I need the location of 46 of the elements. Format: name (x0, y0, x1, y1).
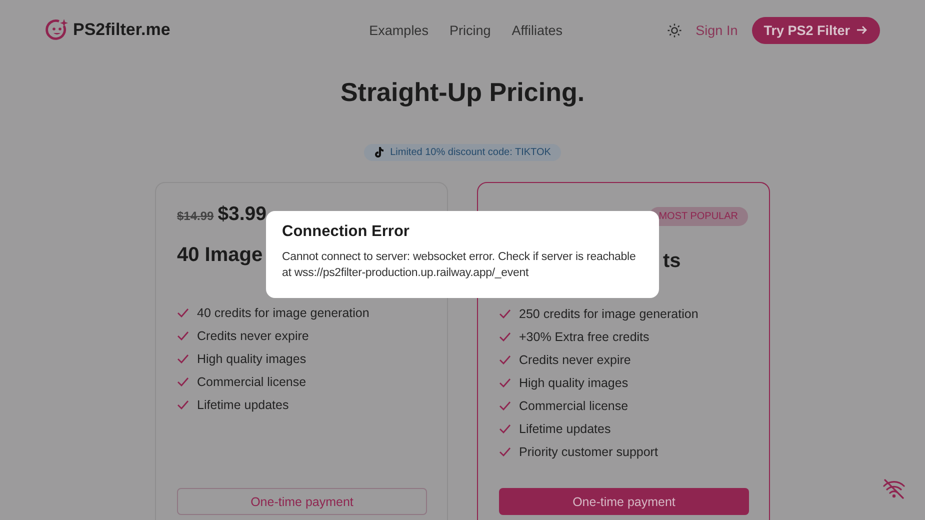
check-icon (177, 354, 189, 364)
check-icon (499, 354, 511, 364)
feature-text: Credits never expire (197, 328, 309, 342)
nav-link[interactable]: Pricing (449, 22, 491, 38)
feature-text: Commercial license (519, 398, 628, 412)
feature-text: High quality images (197, 352, 306, 366)
check-icon (177, 400, 189, 410)
feature-text: High quality images (519, 376, 628, 390)
check-icon (499, 378, 511, 388)
feature-text: 250 credits for image generation (519, 306, 698, 320)
feature-text: Lifetime updates (197, 398, 289, 412)
check-icon (499, 446, 511, 456)
plan-title: 40 Image (177, 243, 263, 268)
feature-text: 40 credits for image generation (197, 306, 370, 320)
check-icon (499, 308, 511, 318)
page-heading: Straight-Up Pricing. (339, 77, 586, 108)
wifi-off-icon (883, 479, 905, 499)
feature-text: +30% Extra free credits (519, 330, 650, 344)
music-note-icon (374, 147, 384, 158)
promo-badge: Limited 10% discount code: TIKTOK (364, 144, 561, 161)
nav-link[interactable]: Examples (369, 22, 428, 38)
feature-text: Credits never expire (519, 352, 631, 366)
one-time-payment-button[interactable]: One-time payment (177, 488, 427, 515)
feature-text: Commercial license (197, 374, 306, 388)
check-icon (499, 424, 511, 434)
old-price: $14.99 (177, 209, 214, 223)
try-filter-button[interactable]: Try PS2 Filter (752, 16, 880, 44)
nav-link[interactable]: Affiliates (512, 22, 562, 38)
one-time-payment-button[interactable]: One-time payment (499, 488, 749, 515)
plan-title: ts (663, 249, 681, 274)
most-popular-badge: MOST POPULAR (648, 206, 748, 226)
logo-text: PS2filter.me (73, 20, 170, 40)
sign-in-link[interactable]: Sign In (696, 22, 738, 38)
check-icon (177, 376, 189, 386)
check-icon (177, 308, 189, 318)
dialog-title: Connection Error (282, 223, 410, 241)
logo-icon (45, 18, 69, 42)
arrow-right-icon (856, 24, 868, 36)
feature-text: Priority customer support (519, 444, 658, 458)
price: $3.99 (218, 203, 267, 226)
check-icon (177, 330, 189, 340)
check-icon (499, 332, 511, 342)
dialog-message: Cannot connect to server: websocket error. Check if server is reachable at wss://ps2filter-production.up.railway.app/_event (282, 250, 637, 281)
check-icon (499, 400, 511, 410)
sun-icon[interactable] (666, 22, 682, 38)
feature-text: Lifetime updates (519, 422, 611, 436)
